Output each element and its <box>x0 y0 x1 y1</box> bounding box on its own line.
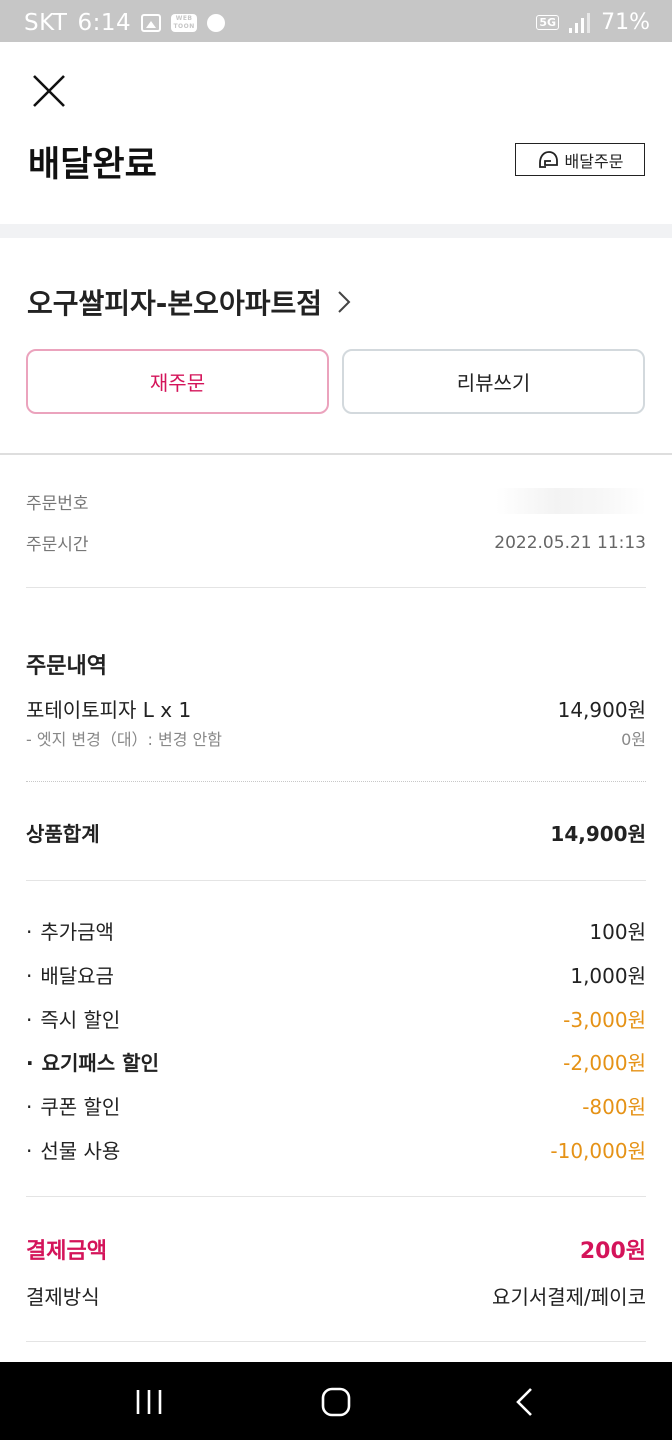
option-price: 0원 <box>621 730 646 749</box>
order-number-label: 주문번호 <box>26 493 89 514</box>
order-number-row: 주문번호 <box>26 488 646 514</box>
fee-label: 쿠폰 할인 <box>40 1095 121 1119</box>
dotted-divider <box>26 781 646 782</box>
status-bar: SKT 6:14 WEB TOON 5G 71% <box>0 0 672 42</box>
chevron-right-icon <box>338 291 351 313</box>
discount-value: -10,000원 <box>550 1139 646 1163</box>
system-navigation-bar <box>0 1362 672 1440</box>
subtotal-value: 14,900원 <box>550 822 646 846</box>
gallery-icon <box>141 14 162 32</box>
subtotal-label: 상품합계 <box>26 822 100 846</box>
battery-level: 71% <box>601 10 650 35</box>
fee-label: 배달요금 <box>40 964 114 988</box>
delivery-order-badge: 배달주문 <box>515 143 645 176</box>
home-button[interactable] <box>316 1382 356 1422</box>
reorder-button[interactable]: 재주문 <box>26 349 329 414</box>
webtoon-icon: WEB TOON <box>171 14 198 32</box>
store-name: 오구쌀피자-본오아파트점 <box>27 287 322 320</box>
recents-icon <box>136 1390 162 1414</box>
clock: 6:14 <box>77 10 132 36</box>
divider <box>26 880 646 881</box>
order-details-heading: 주문내역 <box>26 654 107 679</box>
fee-row: · 요기패스 할인 -2,000원 <box>26 1047 646 1076</box>
payment-method-value: 요기서결제/페이코 <box>492 1285 646 1309</box>
option-name: - 엣지 변경（대）: 변경 안함 <box>26 730 222 749</box>
payment-method-row: 결제방식 요기서결제/페이코 <box>26 1281 646 1310</box>
back-button[interactable] <box>505 1382 545 1422</box>
item-name: 포테이토피자 L x 1 <box>26 698 192 722</box>
fee-row: · 배달요금 1,000원 <box>26 960 646 989</box>
divider <box>26 1196 646 1197</box>
section-separator <box>0 224 672 238</box>
write-review-button[interactable]: 리뷰쓰기 <box>342 349 645 414</box>
recents-button[interactable] <box>129 1382 169 1422</box>
fee-label: 추가금액 <box>40 920 114 944</box>
total-row: 결제금액 200원 <box>26 1233 646 1265</box>
order-number-value-redacted <box>496 488 646 514</box>
network-type: 5G <box>536 15 560 30</box>
payment-method-label: 결제방식 <box>26 1285 100 1309</box>
fee-row: · 즉시 할인 -3,000원 <box>26 1004 646 1033</box>
divider <box>26 587 646 588</box>
back-icon <box>516 1388 532 1416</box>
page-title: 배달완료 <box>28 145 157 185</box>
divider <box>0 453 672 455</box>
badge-label: 배달주문 <box>564 151 624 171</box>
order-item-row: 포테이토피자 L x 1 14,900원 <box>26 694 646 723</box>
carrier-label: SKT <box>24 10 68 36</box>
fee-row: · 쿠폰 할인 -800원 <box>26 1091 646 1120</box>
total-label: 결제금액 <box>26 1239 107 1264</box>
chat-icon <box>207 14 226 32</box>
fee-label: 요기패스 할인 <box>41 1051 159 1075</box>
home-icon <box>321 1387 351 1417</box>
discount-value: -800원 <box>582 1095 646 1119</box>
close-button[interactable] <box>28 70 70 112</box>
discount-value: -2,000원 <box>563 1051 646 1075</box>
helmet-icon <box>538 150 558 168</box>
fee-row: · 추가금액 100원 <box>26 916 646 945</box>
store-link[interactable]: 오구쌀피자-본오아파트점 <box>27 282 352 322</box>
fee-row: · 선물 사용 -10,000원 <box>26 1135 646 1164</box>
order-time-value: 2022.05.21 11:13 <box>494 532 646 553</box>
signal-icon <box>569 12 591 33</box>
order-time-label: 주문시간 <box>26 535 89 555</box>
divider <box>26 1341 646 1342</box>
order-time-row: 주문시간 2022.05.21 11:13 <box>26 530 646 556</box>
fee-label: 즉시 할인 <box>40 1008 121 1032</box>
item-option-row: - 엣지 변경（대）: 변경 안함 0원 <box>26 726 646 750</box>
subtotal-row: 상품합계 14,900원 <box>26 818 646 847</box>
close-icon <box>33 75 65 107</box>
fee-value: 1,000원 <box>570 964 646 988</box>
fee-value: 100원 <box>589 920 646 944</box>
item-price: 14,900원 <box>557 698 646 722</box>
fee-label: 선물 사용 <box>40 1139 121 1163</box>
discount-value: -3,000원 <box>563 1008 646 1032</box>
total-value: 200원 <box>579 1239 646 1264</box>
